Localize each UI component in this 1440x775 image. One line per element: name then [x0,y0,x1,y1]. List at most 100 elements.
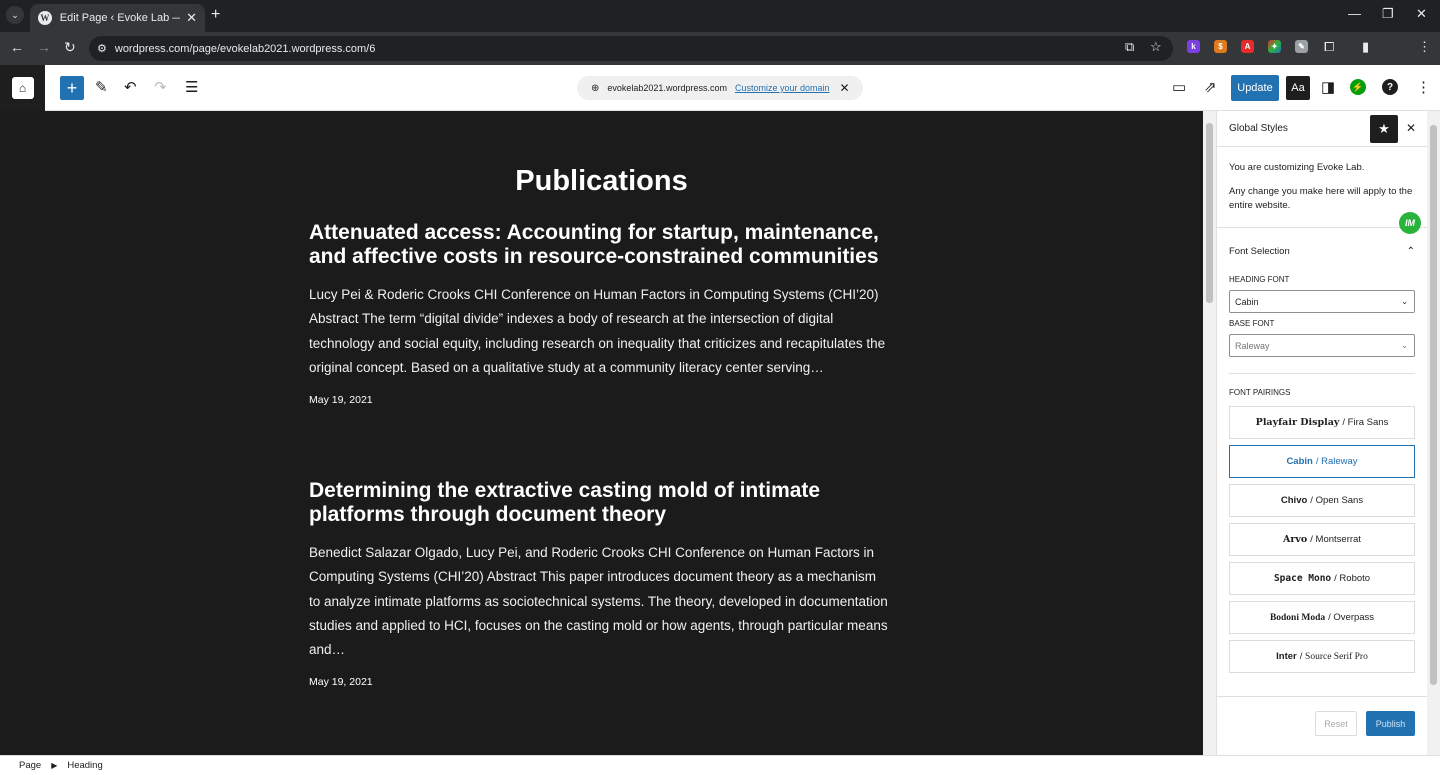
chevron-up-icon: ⌃ [1406,245,1415,257]
post-item[interactable]: Attenuated access: Accounting for startu… [309,221,889,406]
restore-icon[interactable]: ❐ [1382,6,1394,22]
font-pairing-option-selected[interactable]: Cabin / Raleway [1229,445,1415,478]
tab-title: Edit Page ‹ Evoke Lab — WordPress [59,12,180,24]
breadcrumb-item-heading[interactable]: Heading [67,760,102,771]
pairing-heading: Cabin [1286,456,1313,467]
minimize-icon[interactable]: — [1348,6,1361,21]
font-pairing-option[interactable]: Chivo / Open Sans [1229,484,1415,517]
settings-sidebar-icon[interactable]: ◨ [1321,78,1335,96]
tools-pencil-icon[interactable]: ✎ [95,78,108,96]
browser-tab[interactable]: W Edit Page ‹ Evoke Lab — WordPress ✕ [30,4,205,32]
post-date: May 19, 2021 [309,676,373,689]
help-icon[interactable]: ? [1382,79,1398,95]
wordpress-favicon-icon: W [38,11,52,25]
sidebar-scrollbar[interactable] [1427,111,1440,755]
extension-grey-icon[interactable]: ✎ [1295,40,1308,53]
preview-device-icon[interactable]: ▭ [1172,78,1186,96]
base-font-label: BASE FONT [1229,319,1275,328]
pairing-separator: / [1328,612,1331,623]
pairing-heading: Arvo [1283,534,1308,545]
im-badge-icon[interactable]: IM [1399,212,1421,234]
tab-close-icon[interactable]: ✕ [186,10,197,26]
font-pairing-option[interactable]: Playfair Display / Fira Sans [1229,406,1415,439]
section-title: Font Selection [1229,245,1290,257]
heading-font-label: HEADING FONT [1229,275,1290,284]
jetpack-icon[interactable]: ⚡ [1350,79,1366,95]
bookmark-star-icon[interactable]: ☆ [1150,39,1162,55]
adblock-icon[interactable]: A [1241,40,1254,53]
address-bar[interactable]: ⚙ wordpress.com/page/evokelab2021.wordpr… [89,36,1173,61]
tab-search-chevron-icon[interactable]: ⌄ [6,6,24,24]
font-pairing-option[interactable]: Bodoni Moda / Overpass [1229,601,1415,634]
editor-canvas[interactable]: Publications Attenuated access: Accounti… [0,111,1203,755]
pairing-separator: / [1315,456,1319,467]
customizing-notice: You are customizing Evoke Lab. Any chang… [1217,147,1427,234]
pairing-heading: Playfair Display [1255,417,1340,428]
pairing-base: Montserrat [1315,534,1361,545]
publish-button[interactable]: Publish [1366,711,1415,736]
undo-icon[interactable]: ↶ [124,78,137,96]
chevron-down-icon: ⌄ [1401,341,1408,350]
pairing-separator: / [1299,651,1303,662]
block-inserter-button[interactable]: + [60,76,84,100]
editor-header: ⌂ + ✎ ↶ ↷ ☰ ⊕ evokelab2021.wordpress.com… [0,65,1440,111]
global-styles-button[interactable]: Aa [1286,76,1310,100]
dismiss-domain-banner-icon[interactable]: ✕ [840,81,850,95]
site-logo-icon[interactable]: ⌂ [0,65,45,111]
pairing-heading: Space Mono [1273,573,1332,584]
star-icon[interactable]: ★ [1370,115,1398,143]
font-selection-toggle[interactable]: Font Selection ⌃ [1217,233,1427,269]
color-picker-icon[interactable]: ✦ [1268,40,1281,53]
pairing-heading: Inter [1276,651,1297,662]
document-overview-icon[interactable]: ☰ [185,78,198,96]
post-item[interactable]: Determining the extractive casting mold … [309,479,889,688]
notice-line-2: Any change you make here will apply to t… [1229,186,1413,211]
new-tab-icon[interactable]: + [211,6,220,24]
pairing-separator: / [1334,573,1337,584]
sidebar-scrollbar-thumb[interactable] [1430,125,1437,685]
extensions-puzzle-icon[interactable]: ⧠ [1324,39,1334,55]
extension-orange-icon[interactable]: $ [1214,40,1227,53]
chrome-menu-icon[interactable]: ⋮ [1418,39,1431,55]
sidebar-title: Global Styles [1229,123,1288,134]
view-page-external-icon[interactable]: ⇗ [1204,78,1217,96]
customize-domain-link[interactable]: Customize your domain [735,83,830,93]
pairing-base: Roboto [1339,573,1371,584]
install-app-icon[interactable]: ⧉ [1125,39,1134,55]
pairing-separator: / [1310,534,1313,545]
reset-button[interactable]: Reset [1315,711,1357,736]
post-title[interactable]: Attenuated access: Accounting for startu… [309,221,889,269]
font-pairing-option[interactable]: Inter / Source Serif Pro [1229,640,1415,673]
redo-icon[interactable]: ↷ [154,78,167,96]
back-icon[interactable]: ← [10,39,24,55]
notice-line-1: You are customizing Evoke Lab. [1229,162,1365,173]
pairing-heading: Bodoni Moda [1269,612,1326,623]
sidebar-header: Global Styles ★ ✕ [1217,111,1427,147]
pairing-separator: / [1342,417,1346,428]
post-date: May 19, 2021 [309,394,373,407]
font-pairing-option[interactable]: Space Mono / Roboto [1229,562,1415,595]
heading-font-select[interactable]: Cabin ⌄ [1229,290,1415,313]
pairing-base: Raleway [1321,456,1358,467]
post-title[interactable]: Determining the extractive casting mold … [309,479,889,527]
side-panel-icon[interactable]: ▮ [1362,39,1369,55]
canvas-scrollbar-thumb[interactable] [1206,123,1213,303]
chevron-right-icon: ▶ [51,761,58,770]
breadcrumb-item-page[interactable]: Page [19,760,41,771]
reload-icon[interactable]: ↻ [64,39,76,56]
sidebar-footer: Reset Publish [1217,696,1427,754]
close-sidebar-icon[interactable]: ✕ [1406,121,1416,135]
site-info-icon[interactable]: ⚙ [97,42,107,55]
forward-icon[interactable]: → [37,39,51,55]
base-font-select[interactable]: Raleway ⌄ [1229,334,1415,357]
window-close-icon[interactable]: ✕ [1416,6,1427,22]
url-text: wordpress.com/page/evokelab2021.wordpres… [114,42,376,55]
page-title[interactable]: Publications [0,165,1203,198]
canvas-scrollbar[interactable] [1203,111,1216,755]
base-font-value: Raleway [1235,340,1270,351]
options-menu-icon[interactable]: ⋮ [1416,78,1431,96]
update-button[interactable]: Update [1231,75,1279,101]
extension-k-icon[interactable]: k [1187,40,1200,53]
browser-tab-bar: ⌄ W Edit Page ‹ Evoke Lab — WordPress ✕ … [0,0,1440,32]
font-pairing-option[interactable]: Arvo / Montserrat [1229,523,1415,556]
